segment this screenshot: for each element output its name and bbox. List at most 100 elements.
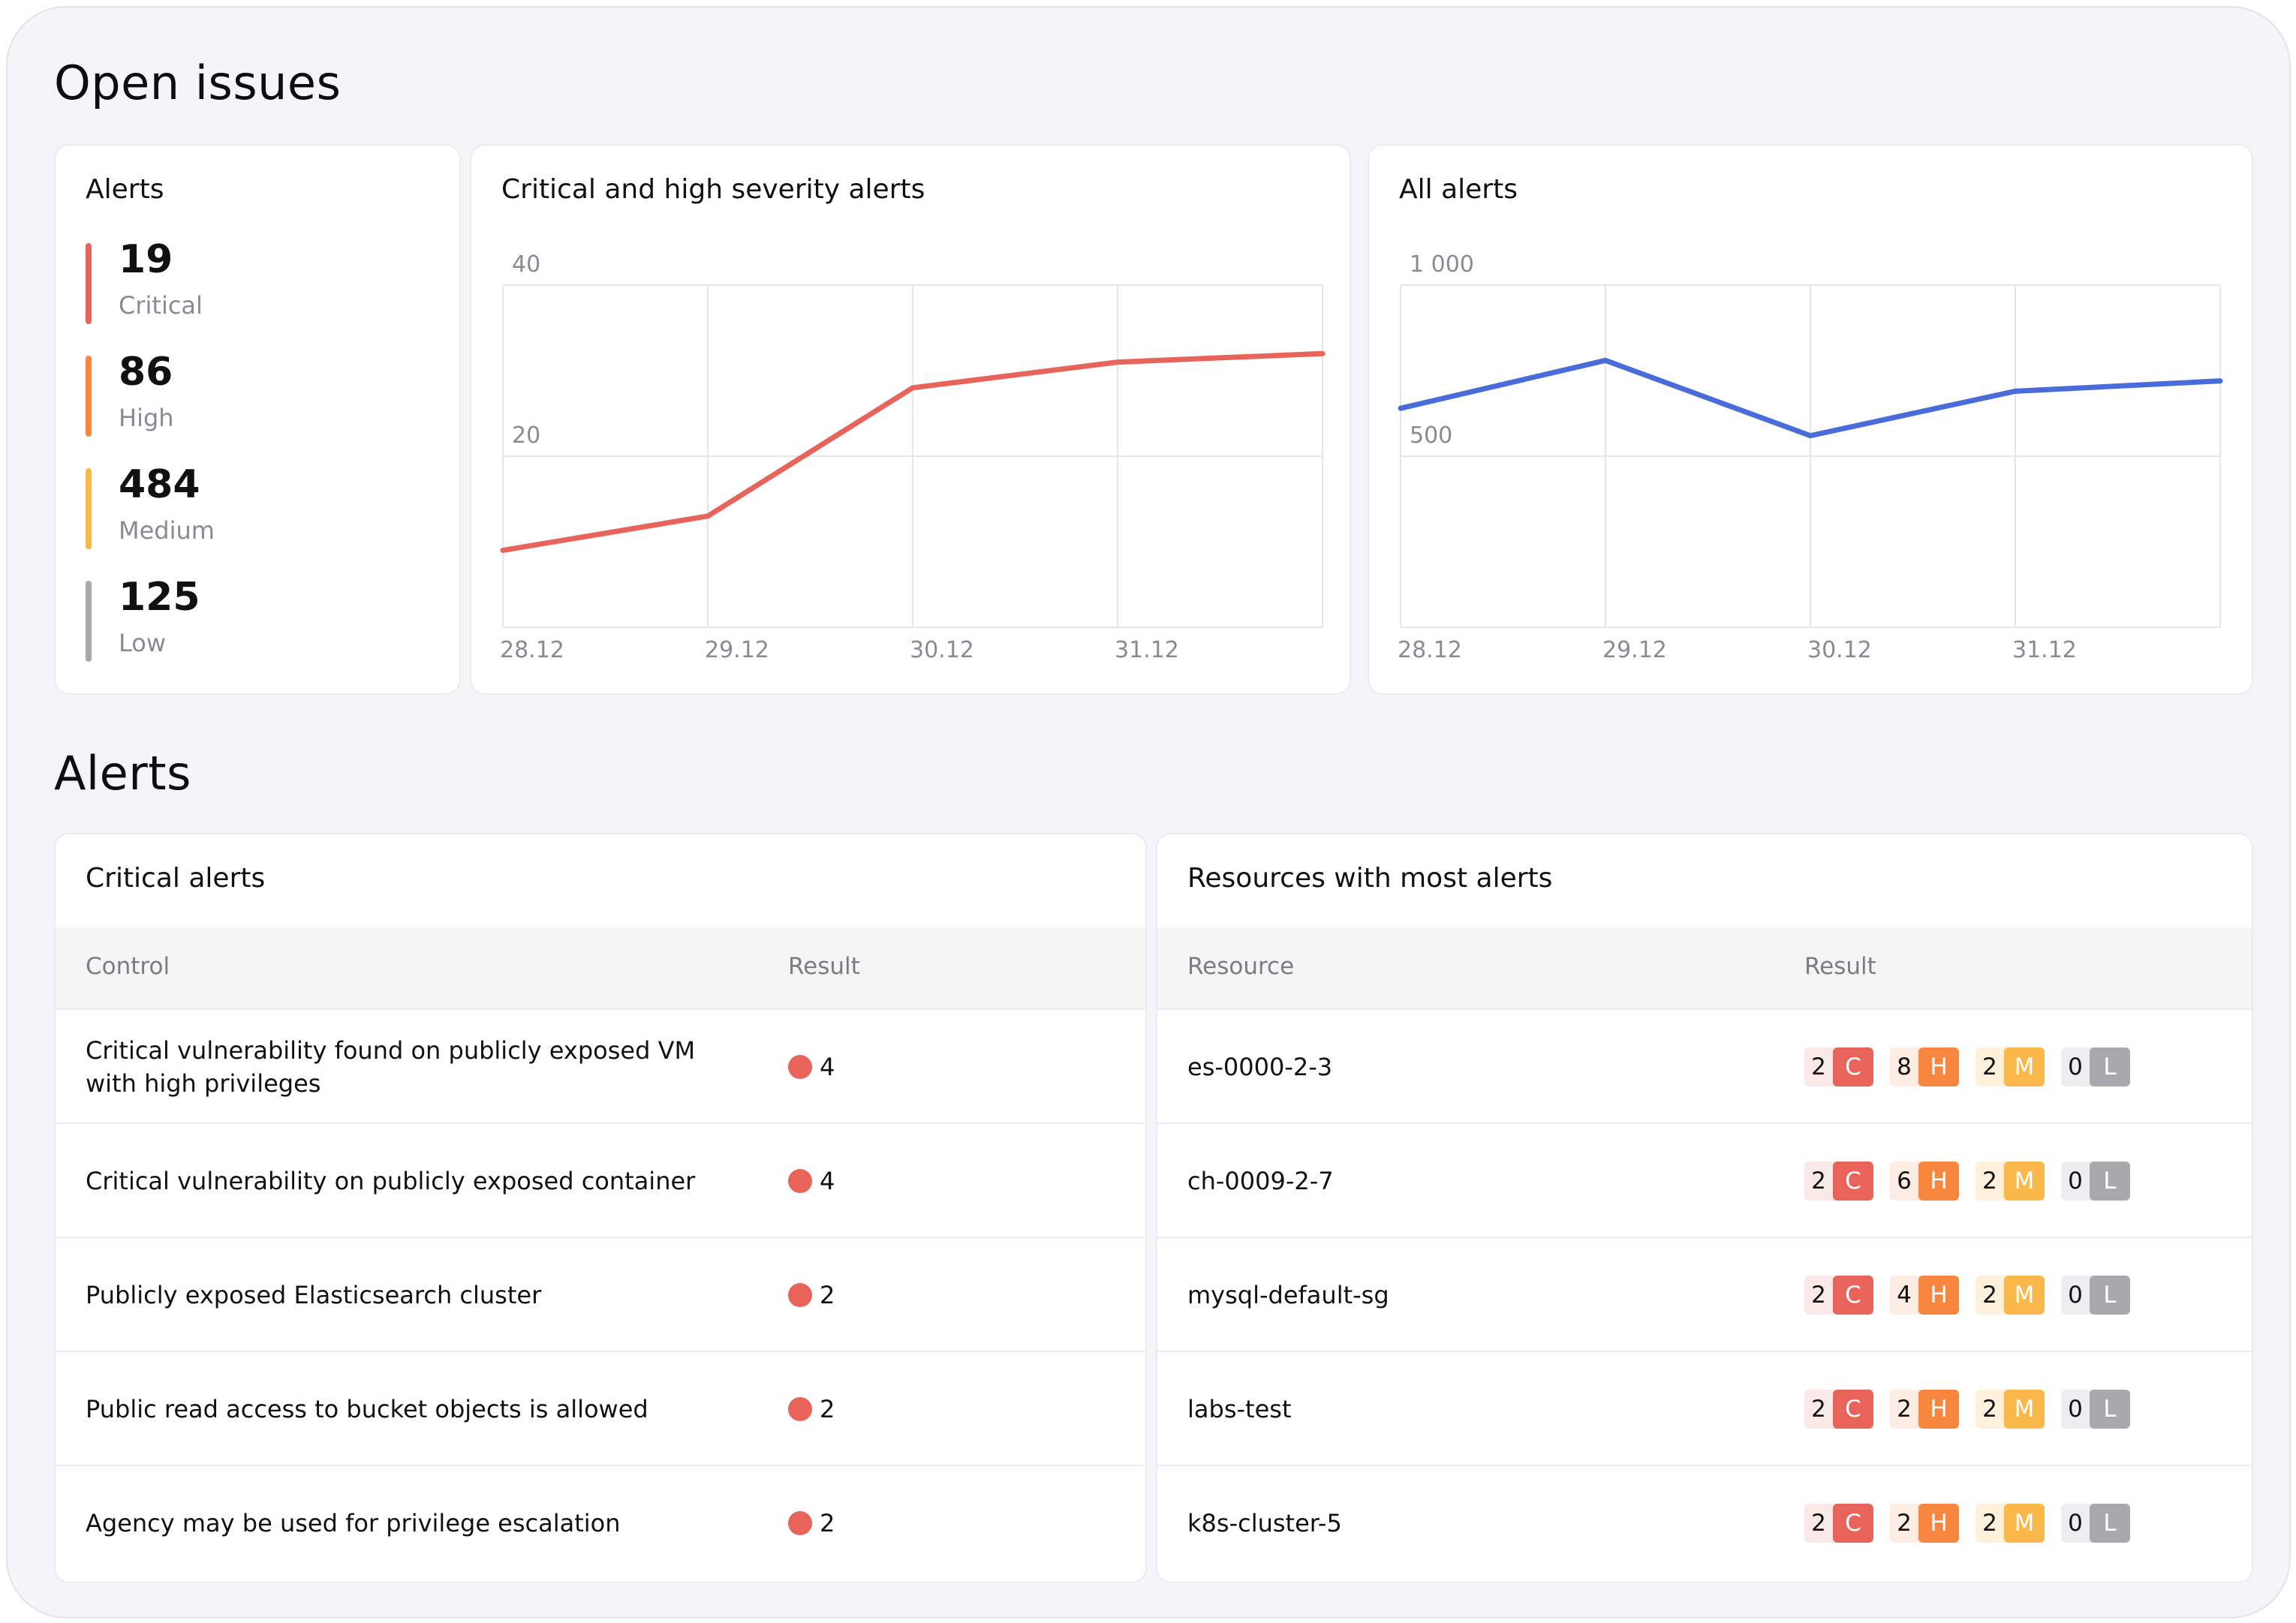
low-count: 125 — [119, 575, 200, 620]
table-row[interactable]: mysql-default-sg 2 C 4 H 2 M 0 L — [1157, 1237, 2252, 1352]
result-cell: 2 — [788, 1281, 835, 1309]
severity-badge-c: 2C — [1804, 1276, 1873, 1315]
severity-letter: M — [2004, 1162, 2045, 1201]
column-header-resource[interactable]: Resource — [1187, 953, 1294, 980]
severity-badges: 2C2H2M0L — [1804, 1390, 2130, 1429]
table-row[interactable]: es-0000-2-3 2 C 8 H 2 M 0 L — [1157, 1008, 2252, 1124]
critical-dot-icon — [788, 1511, 812, 1535]
control-name: Agency may be used for privilege escalat… — [86, 1509, 621, 1537]
severity-badge-m: 2M — [1976, 1504, 2045, 1543]
result-cell: 4 — [788, 1053, 835, 1081]
severity-badge-h: 8H — [1890, 1047, 1959, 1087]
severity-badge-c: 2C — [1804, 1162, 1873, 1201]
resource-name: ch-0009-2-7 — [1187, 1167, 1334, 1195]
y-tick-label: 40 — [512, 251, 540, 278]
medium-count: 484 — [119, 462, 200, 507]
x-tick-label: 31.12 — [1115, 637, 1179, 663]
critical-indicator — [86, 243, 92, 324]
resources-title: Resources with most alerts — [1187, 863, 1553, 894]
severity-letter: H — [1918, 1504, 1959, 1543]
severity-badge-l: 0L — [2061, 1047, 2130, 1087]
table-row[interactable]: ch-0009-2-7 2 C 6 H 2 M 0 L — [1157, 1123, 2252, 1238]
severity-badge-h: 4H — [1890, 1276, 1959, 1315]
control-name: Critical vulnerability on publicly expos… — [86, 1167, 696, 1195]
severity-letter: C — [1833, 1162, 1873, 1201]
severity-badge-h: 2H — [1890, 1390, 1959, 1429]
severity-letter: M — [2004, 1276, 2045, 1315]
severity-count: 0 — [2068, 1282, 2083, 1309]
resources-table-header: Resource Result — [1157, 927, 2252, 1008]
x-tick-label: 28.12 — [500, 637, 564, 663]
severity-count: 0 — [2068, 1053, 2083, 1080]
severity-count: 2 — [1982, 1168, 1997, 1195]
critical-dot-icon — [788, 1169, 812, 1193]
y-tick-label: 1 000 — [1410, 251, 1474, 278]
severity-badge-c: 2C — [1804, 1504, 1873, 1543]
high-label: High — [119, 404, 174, 432]
resource-name: labs-test — [1187, 1395, 1292, 1423]
control-name: Critical vulnerability found on publicly… — [86, 1036, 696, 1098]
table-row[interactable]: labs-test 2 C 2 H 2 M 0 L — [1157, 1351, 2252, 1466]
severity-count: 2 — [1897, 1510, 1912, 1537]
critical-high-line-chart: 20 40 28.12 29.12 30.12 31.12 — [500, 251, 1326, 663]
x-tick-label: 30.12 — [910, 637, 974, 663]
all-alerts-chart-card: All alerts 500 1 000 28.12 29.12 30.12 31.12 — [1368, 144, 2253, 695]
result-count: 4 — [820, 1167, 835, 1195]
table-row[interactable]: k8s-cluster-5 2 C 2 H 2 M 0 L — [1157, 1465, 2252, 1580]
control-name: Publicly exposed Elasticsearch cluster — [86, 1281, 542, 1309]
severity-badge-m: 2M — [1976, 1047, 2045, 1087]
column-header-result[interactable]: Result — [1804, 953, 1876, 980]
severity-badge-m: 2M — [1976, 1390, 2045, 1429]
critical-alerts-table-header: Control Result — [56, 927, 1145, 1008]
critical-count: 19 — [119, 237, 173, 282]
severity-count: 0 — [2068, 1396, 2083, 1423]
severity-count: 2 — [1811, 1396, 1826, 1423]
x-tick-label: 31.12 — [2012, 637, 2077, 663]
column-header-control[interactable]: Control — [86, 953, 170, 980]
open-issues-heading: Open issues — [54, 56, 342, 110]
result-cell: 2 — [788, 1395, 835, 1423]
severity-count: 2 — [1982, 1396, 1997, 1423]
severity-letter: C — [1833, 1504, 1873, 1543]
x-tick-label: 29.12 — [705, 637, 769, 663]
table-row[interactable]: Agency may be used for privilege escalat… — [56, 1465, 1145, 1580]
severity-letter: C — [1833, 1047, 1873, 1087]
severity-badge-h: 6H — [1890, 1162, 1959, 1201]
critical-dot-icon — [788, 1283, 812, 1307]
result-cell: 2 — [788, 1509, 835, 1537]
severity-badges: 2C6H2M0L — [1804, 1162, 2130, 1201]
alerts-summary-card: Alerts 19 Critical 86 High 484 Medium 12… — [54, 144, 461, 695]
severity-count: 4 — [1897, 1282, 1912, 1309]
severity-badge-h: 2H — [1890, 1504, 1959, 1543]
severity-count: 2 — [1811, 1168, 1826, 1195]
table-row[interactable]: Critical vulnerability found on publicly… — [56, 1008, 1145, 1124]
result-cell: 4 — [788, 1167, 835, 1195]
severity-count: 2 — [1811, 1510, 1826, 1537]
result-count: 2 — [820, 1509, 835, 1537]
high-count: 86 — [119, 350, 173, 395]
severity-letter: M — [2004, 1047, 2045, 1087]
critical-alerts-card: Critical alerts Control Result Critical … — [54, 833, 1147, 1583]
x-tick-label: 29.12 — [1602, 637, 1667, 663]
severity-letter: L — [2090, 1047, 2130, 1087]
resource-name: mysql-default-sg — [1187, 1281, 1389, 1309]
medium-indicator — [86, 468, 92, 549]
control-name: Public read access to bucket objects is … — [86, 1395, 648, 1423]
all-alerts-line-chart: 500 1 000 28.12 29.12 30.12 31.12 — [1398, 251, 2223, 663]
resource-name: k8s-cluster-5 — [1187, 1509, 1342, 1537]
severity-letter: M — [2004, 1504, 2045, 1543]
table-row[interactable]: Critical vulnerability on publicly expos… — [56, 1123, 1145, 1238]
column-header-result[interactable]: Result — [788, 953, 860, 980]
severity-letter: H — [1918, 1047, 1959, 1087]
severity-badge-c: 2C — [1804, 1390, 1873, 1429]
critical-high-chart-card: Critical and high severity alerts 20 40 28… — [470, 144, 1351, 695]
dashboard-frame: Open issues Alerts 19 Critical 86 High 4… — [6, 6, 2291, 1618]
severity-badges: 2C8H2M0L — [1804, 1047, 2130, 1087]
table-row[interactable]: Publicly exposed Elasticsearch cluster 2 — [56, 1237, 1145, 1352]
severity-count: 0 — [2068, 1168, 2083, 1195]
table-row[interactable]: Public read access to bucket objects is … — [56, 1351, 1145, 1466]
high-indicator — [86, 356, 92, 437]
severity-badge-l: 0L — [2061, 1504, 2130, 1543]
critical-dot-icon — [788, 1397, 812, 1421]
severity-letter: H — [1918, 1162, 1959, 1201]
